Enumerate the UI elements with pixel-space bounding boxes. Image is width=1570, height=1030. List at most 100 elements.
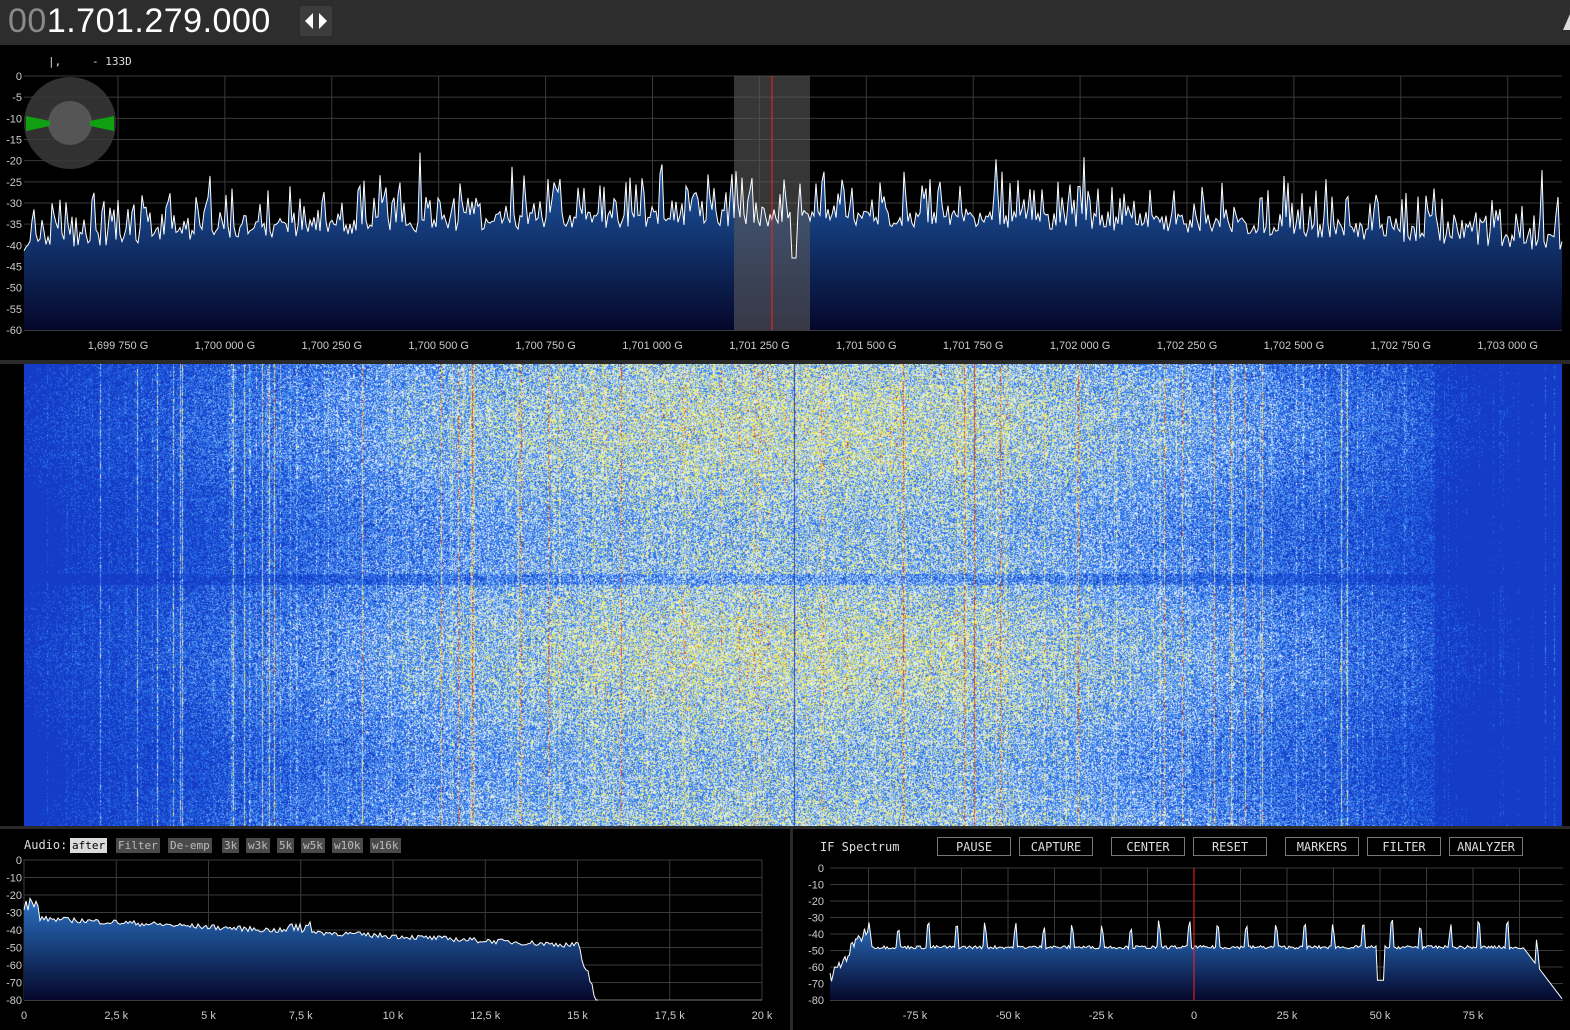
y-tick-label: -55	[6, 304, 22, 316]
x-tick-label: 20 k	[752, 1010, 773, 1022]
left-right-arrows-icon	[305, 13, 327, 29]
if-y-axis: 0 -10 -20 -30 -40 -50 -60 -70 -80	[808, 863, 824, 1007]
y-tick-label: -30	[6, 908, 22, 920]
knob-center[interactable]	[48, 101, 92, 145]
menu-corner-icon[interactable]	[1560, 12, 1570, 32]
if-fill	[830, 920, 1563, 1000]
y-tick-label: -30	[6, 198, 22, 210]
audio-y-axis: 0 -10 -20 -30 -40 -50 -60 -70 -80	[6, 856, 22, 1007]
x-tick-label: 1,701 250 G	[729, 340, 790, 352]
y-tick-label: 0	[16, 71, 22, 83]
y-tick-label: -80	[808, 995, 824, 1007]
y-tick-label: -50	[808, 946, 824, 958]
y-tick-label: -70	[6, 978, 22, 990]
y-tick-label: -10	[6, 873, 22, 885]
audio-x-axis: 0 2,5 k 5 k 7,5 k 10 k 12,5 k 15 k 17,5 k 20 k	[21, 1010, 773, 1022]
y-tick-label: -5	[12, 92, 22, 104]
x-tick-label: 1,701 000 G	[622, 340, 683, 352]
audio-deemp-button[interactable]: De-emp	[168, 838, 212, 853]
audio-label: Audio:	[24, 838, 68, 852]
audio-w5k-button[interactable]: w5k	[301, 838, 325, 853]
x-tick-label: 1,702 500 G	[1264, 340, 1325, 352]
y-tick-label: -40	[6, 240, 22, 252]
mode-indicator: |,	[48, 55, 61, 68]
tune-step-button[interactable]	[300, 6, 332, 36]
y-tick-label: 0	[818, 863, 824, 875]
markers-button[interactable]: MARKERS	[1285, 837, 1359, 856]
level-readout: - 133D	[92, 55, 132, 68]
x-tick-label: 10 k	[383, 1010, 404, 1022]
if-spectrum-title: IF Spectrum	[820, 840, 900, 854]
x-tick-label: 7,5 k	[289, 1010, 313, 1022]
x-tick-label: 1,701 500 G	[836, 340, 897, 352]
volume-knob[interactable]	[24, 77, 116, 169]
frequency-leading-digits[interactable]: 00	[8, 2, 47, 40]
y-tick-label: -45	[6, 262, 22, 274]
audio-w10k-button[interactable]: w10k	[332, 838, 363, 853]
x-tick-label: 5 k	[201, 1010, 216, 1022]
y-tick-label: -35	[6, 219, 22, 231]
x-tick-label: 1,700 000 G	[195, 340, 256, 352]
y-tick-label: -60	[808, 962, 824, 974]
x-tick-label: 1,699 750 G	[88, 340, 149, 352]
y-tick-label: -10	[6, 113, 22, 125]
audio-w16k-button[interactable]: w16k	[370, 838, 401, 853]
y-tick-label: -40	[808, 929, 824, 941]
x-tick-label: 1,702 000 G	[1050, 340, 1111, 352]
x-tick-label: -50 k	[996, 1010, 1021, 1022]
y-tick-label: -60	[6, 960, 22, 972]
waterfall[interactable]	[24, 364, 1562, 826]
top-bar: 001.701.279.000	[0, 0, 1570, 45]
x-tick-label: 0	[21, 1010, 27, 1022]
y-tick-label: -80	[6, 995, 22, 1007]
x-tick-label: 1,700 750 G	[515, 340, 576, 352]
x-tick-label: -75 k	[903, 1010, 928, 1022]
audio-5k-button[interactable]: 5k	[277, 838, 295, 853]
y-tick-label: -10	[808, 880, 824, 892]
x-tick-label: 1,702 750 G	[1371, 340, 1432, 352]
y-tick-label: -20	[6, 156, 22, 168]
y-tick-label: -40	[6, 925, 22, 937]
y-tick-label: -60	[6, 325, 22, 337]
y-tick-label: 0	[16, 856, 22, 867]
pause-button[interactable]: PAUSE	[937, 837, 1011, 856]
frequency-digits[interactable]: 1.701.279.000	[47, 2, 271, 40]
x-tick-label: 1,700 500 G	[408, 340, 469, 352]
x-tick-label: 17,5 k	[655, 1010, 685, 1022]
spectrum-x-axis: 1,699 750 G 1,700 000 G 1,700 250 G 1,700 5…	[88, 340, 1538, 352]
main-spectrum[interactable]: 0 -5 -10 -15 -20 -25 -30 -35 -40 -45 -50 -55 -60 1,6…	[0, 46, 1570, 360]
x-tick-label: 15 k	[567, 1010, 588, 1022]
audio-spectrum[interactable]: 0 -10 -20 -30 -40 -50 -60 -70 -80 0 2,5 k 5 k 7,5 k…	[0, 856, 790, 1030]
x-tick-label: 1,703 000 G	[1477, 340, 1538, 352]
filter-button[interactable]: FILTER	[1367, 837, 1441, 856]
y-tick-label: -50	[6, 283, 22, 295]
x-tick-label: 25 k	[1277, 1010, 1298, 1022]
x-tick-label: 1,701 750 G	[943, 340, 1004, 352]
x-tick-label: 12,5 k	[470, 1010, 500, 1022]
audio-w3k-button[interactable]: w3k	[246, 838, 270, 853]
x-tick-label: 1,700 250 G	[302, 340, 363, 352]
x-tick-label: 50 k	[1370, 1010, 1391, 1022]
x-tick-label: 2,5 k	[104, 1010, 128, 1022]
y-tick-label: -25	[6, 177, 22, 189]
audio-after-button[interactable]: after	[70, 838, 108, 853]
spectrum-y-axis: 0 -5 -10 -15 -20 -25 -30 -35 -40 -45 -50 -55 -60	[6, 71, 22, 337]
if-x-axis: -75 k -50 k -25 k 0 25 k 50 k 75 k	[903, 1010, 1484, 1022]
capture-button[interactable]: CAPTURE	[1019, 837, 1093, 856]
frequency-display[interactable]: 001.701.279.000	[8, 2, 271, 41]
y-tick-label: -20	[808, 896, 824, 908]
if-spectrum[interactable]: 0 -10 -20 -30 -40 -50 -60 -70 -80 -75 k -50 k -25 …	[793, 862, 1570, 1030]
y-tick-label: -20	[6, 890, 22, 902]
y-tick-label: -70	[808, 979, 824, 991]
audio-fill	[24, 898, 598, 1000]
analyzer-button[interactable]: ANALYZER	[1449, 837, 1523, 856]
x-tick-label: 0	[1191, 1010, 1197, 1022]
x-tick-label: 1,702 250 G	[1157, 340, 1218, 352]
separator	[0, 826, 1570, 829]
audio-3k-button[interactable]: 3k	[222, 838, 240, 853]
y-tick-label: -50	[6, 943, 22, 955]
y-tick-label: -30	[808, 913, 824, 925]
reset-button[interactable]: RESET	[1193, 837, 1267, 856]
center-button[interactable]: CENTER	[1111, 837, 1185, 856]
audio-filter-button[interactable]: Filter	[116, 838, 160, 853]
